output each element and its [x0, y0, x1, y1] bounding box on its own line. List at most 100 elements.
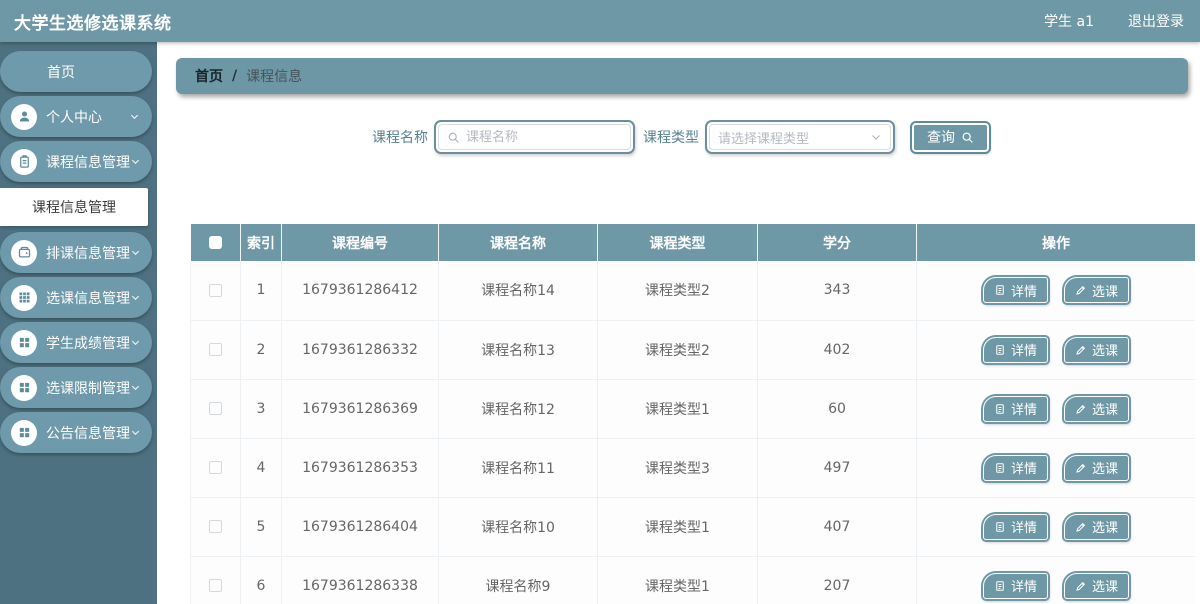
table-row: 31679361286369课程名称12课程类型160详情选课	[191, 379, 1196, 438]
cell-index: 3	[241, 379, 282, 438]
cell-course-code: 1679361286369	[282, 379, 439, 438]
cell-index: 2	[241, 320, 282, 379]
sidebar-item-student-grade-management[interactable]: 学生成绩管理	[0, 322, 152, 363]
detail-button[interactable]: 详情	[983, 514, 1048, 540]
cell-course-code: 1679361286412	[282, 261, 439, 320]
user-icon	[11, 104, 37, 130]
sidebar-item-course-selection-management[interactable]: 选课信息管理	[0, 277, 152, 318]
sidebar-subitem-course-info-management[interactable]: 课程信息管理	[0, 188, 148, 226]
cell-credit: 207	[758, 556, 917, 604]
table-row: 11679361286412课程名称14课程类型2343详情选课	[191, 261, 1196, 320]
row-checkbox[interactable]	[209, 461, 222, 474]
sidebar-item-label: 学生成绩管理	[46, 333, 130, 353]
sidebar-item-personal-center[interactable]: 个人中心	[0, 96, 152, 137]
cell-course-type: 课程类型3	[598, 438, 758, 497]
blocks-icon	[11, 330, 37, 356]
table-row: 21679361286332课程名称13课程类型2402详情选课	[191, 320, 1196, 379]
select-course-button[interactable]: 选课	[1064, 455, 1129, 481]
cell-credit: 402	[758, 320, 917, 379]
chevron-down-icon	[130, 382, 141, 393]
cell-actions: 详情选课	[917, 320, 1196, 379]
sidebar-item-label: 排课信息管理	[46, 243, 130, 263]
sidebar: 首页个人中心课程信息管理课程信息管理排课信息管理选课信息管理学生成绩管理选课限制…	[0, 42, 157, 604]
sidebar-item-label: 选课限制管理	[46, 378, 130, 398]
sidebar-item-selection-limit-management[interactable]: 选课限制管理	[0, 367, 152, 408]
header-credit: 学分	[758, 224, 917, 261]
row-checkbox[interactable]	[209, 520, 222, 533]
cell-course-name: 课程名称13	[439, 320, 598, 379]
cell-course-name: 课程名称10	[439, 497, 598, 556]
course-name-label: 课程名称	[372, 127, 428, 147]
sidebar-item-schedule-management[interactable]: 排课信息管理	[0, 232, 152, 273]
cell-actions: 详情选课	[917, 261, 1196, 320]
sidebar-item-label: 选课信息管理	[46, 288, 130, 308]
select-course-button[interactable]: 选课	[1064, 337, 1129, 363]
cell-index: 6	[241, 556, 282, 604]
detail-button[interactable]: 详情	[983, 337, 1048, 363]
cell-actions: 详情选课	[917, 438, 1196, 497]
cell-course-type: 课程类型2	[598, 320, 758, 379]
cell-index: 5	[241, 497, 282, 556]
detail-button[interactable]: 详情	[983, 573, 1048, 599]
select-all-checkbox[interactable]	[209, 236, 222, 249]
search-icon	[447, 131, 460, 144]
row-checkbox[interactable]	[209, 284, 222, 297]
breadcrumb-home[interactable]: 首页	[195, 66, 223, 86]
chevron-down-icon	[130, 247, 141, 258]
topbar: 大学生选修选课系统 学生 a1 退出登录	[0, 0, 1200, 42]
header-actions: 操作	[917, 224, 1196, 261]
course-name-field	[434, 120, 635, 154]
query-button[interactable]: 查询	[912, 123, 989, 152]
detail-button[interactable]: 详情	[983, 277, 1048, 303]
header-course-type: 课程类型	[598, 224, 758, 261]
row-checkbox[interactable]	[209, 402, 222, 415]
course-type-select[interactable]: 请选择课程类型	[705, 120, 895, 154]
sidebar-item-announcement-management[interactable]: 公告信息管理	[0, 412, 152, 453]
select-course-button[interactable]: 选课	[1064, 573, 1129, 599]
course-table: 索引 课程编号 课程名称 课程类型 学分 操作 11679361286412课程…	[190, 224, 1195, 604]
row-checkbox[interactable]	[209, 343, 222, 356]
cell-course-code: 1679361286338	[282, 556, 439, 604]
search-icon	[961, 131, 974, 144]
header-course-code: 课程编号	[282, 224, 439, 261]
course-name-input[interactable]	[466, 130, 622, 145]
main-content: 首页 / 课程信息 课程名称 课程类型 请选择课程类型 查询	[157, 42, 1200, 604]
header-course-name: 课程名称	[439, 224, 598, 261]
cell-credit: 407	[758, 497, 917, 556]
select-course-button[interactable]: 选课	[1064, 277, 1129, 303]
blocks-icon	[11, 375, 37, 401]
row-checkbox[interactable]	[209, 579, 222, 592]
search-bar: 课程名称 课程类型 请选择课程类型 查询	[372, 118, 1200, 156]
logout-link[interactable]: 退出登录	[1128, 11, 1184, 31]
cell-credit: 60	[758, 379, 917, 438]
detail-button[interactable]: 详情	[983, 455, 1048, 481]
cell-index: 4	[241, 438, 282, 497]
chevron-down-icon	[129, 111, 140, 122]
table-header-row: 索引 课程编号 课程名称 课程类型 学分 操作	[191, 224, 1196, 261]
cell-actions: 详情选课	[917, 497, 1196, 556]
course-type-placeholder: 请选择课程类型	[718, 128, 870, 147]
breadcrumb: 首页 / 课程信息	[176, 58, 1188, 94]
cell-course-code: 1679361286353	[282, 438, 439, 497]
select-course-button[interactable]: 选课	[1064, 514, 1129, 540]
sidebar-item-home[interactable]: 首页	[0, 51, 152, 92]
query-button-label: 查询	[927, 127, 955, 147]
cell-course-type: 课程类型1	[598, 497, 758, 556]
sidebar-item-label: 公告信息管理	[46, 423, 130, 443]
chevron-down-icon	[130, 337, 141, 348]
select-course-button[interactable]: 选课	[1064, 396, 1129, 422]
cell-course-name: 课程名称14	[439, 261, 598, 320]
detail-button[interactable]: 详情	[983, 396, 1048, 422]
cell-credit: 343	[758, 261, 917, 320]
cell-course-type: 课程类型1	[598, 379, 758, 438]
chevron-down-icon	[870, 131, 882, 143]
breadcrumb-current: 课程信息	[246, 66, 302, 86]
cell-course-type: 课程类型1	[598, 556, 758, 604]
cell-index: 1	[241, 261, 282, 320]
cell-course-name: 课程名称11	[439, 438, 598, 497]
user-menu[interactable]: 学生 a1	[1044, 11, 1094, 31]
table-row: 41679361286353课程名称11课程类型3497详情选课	[191, 438, 1196, 497]
sidebar-item-course-info-management[interactable]: 课程信息管理	[0, 141, 152, 182]
cell-credit: 497	[758, 438, 917, 497]
cell-course-code: 1679361286332	[282, 320, 439, 379]
